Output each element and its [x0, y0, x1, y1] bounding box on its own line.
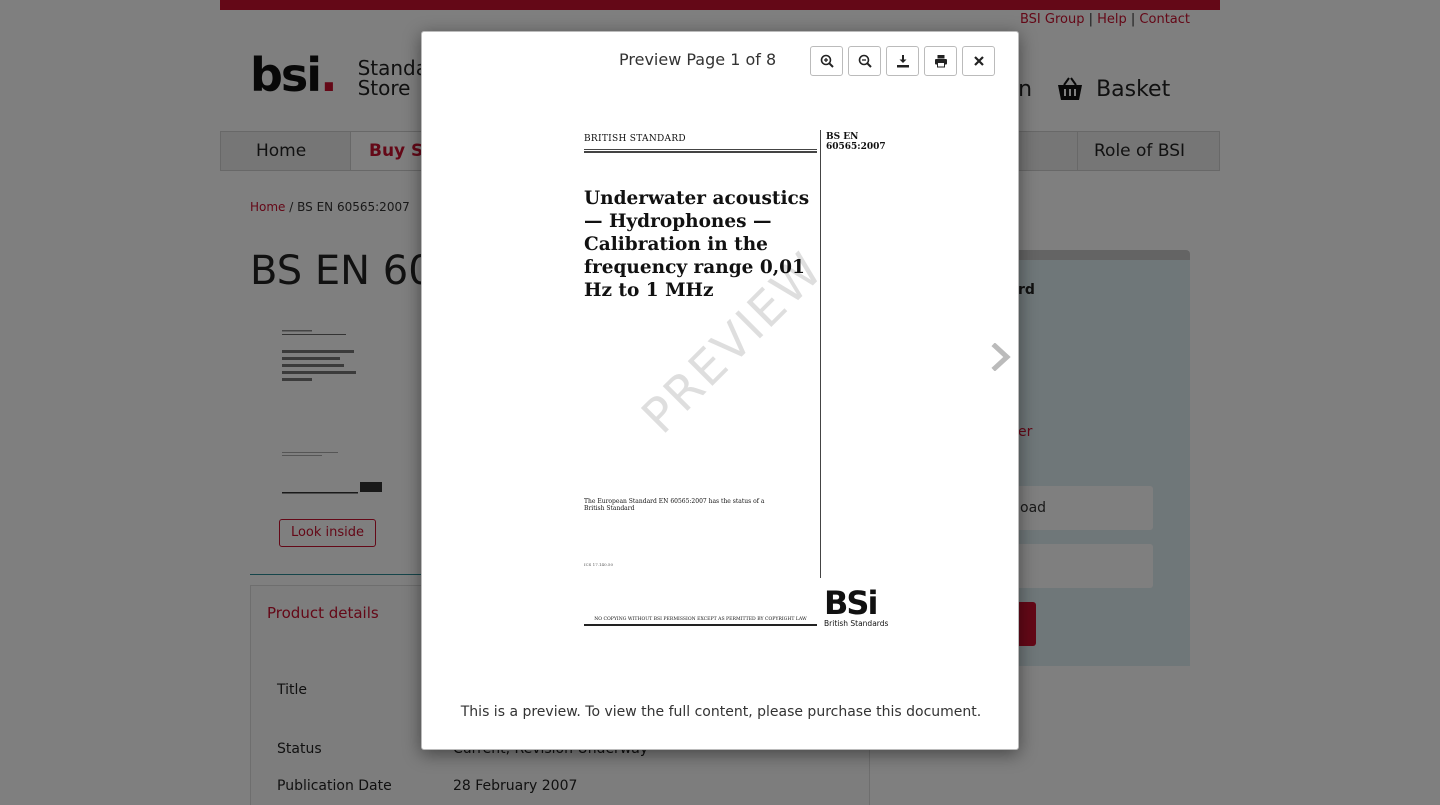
print-button[interactable] [924, 46, 957, 76]
print-icon [934, 55, 947, 68]
zoom-in-button[interactable] [810, 46, 843, 76]
next-page-button[interactable] [988, 342, 1014, 372]
download-icon [896, 55, 909, 68]
doc-number: BS EN 60565:2007 [826, 132, 886, 152]
doc-ics-ref: ICS 17.140.50 [584, 562, 614, 567]
close-icon [973, 56, 984, 66]
doc-header-label: BRITISH STANDARD [584, 134, 686, 144]
doc-status-text: The European Standard EN 60565:2007 has … [584, 498, 765, 512]
preview-title: Preview Page 1 of 8 [619, 50, 777, 69]
doc-copyright-line: NO COPYING WITHOUT BSI PERMISSION EXCEPT… [584, 617, 817, 626]
preview-notice: This is a preview. To view the full cont… [460, 704, 982, 720]
preview-toolbar [810, 46, 995, 76]
zoom-in-icon [820, 54, 834, 68]
preview-modal: Preview Page 1 of 8 BRITISH STANDARD BS … [421, 31, 1019, 750]
document-page-preview: BRITISH STANDARD BS EN 60565:2007 Underw… [581, 130, 893, 634]
chevron-right-icon [991, 343, 1011, 371]
doc-title: Underwater acoustics — Hydrophones — Cal… [584, 188, 810, 301]
doc-header-rule [584, 149, 817, 153]
zoom-out-button[interactable] [848, 46, 881, 76]
doc-bsi-logo: BSi British Standards [824, 584, 889, 628]
zoom-out-icon [858, 54, 872, 68]
download-button[interactable] [886, 46, 919, 76]
doc-vertical-rule [820, 130, 821, 578]
close-button[interactable] [962, 46, 995, 76]
